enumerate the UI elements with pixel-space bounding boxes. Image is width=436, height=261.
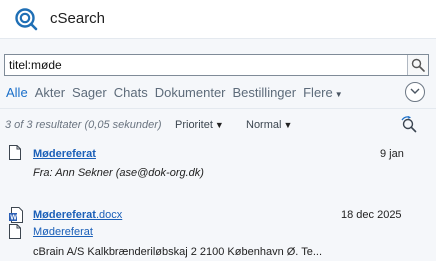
tab-sager[interactable]: Sager (72, 85, 107, 100)
search-icon (411, 58, 425, 72)
result-attachment-link[interactable]: Mødereferat (33, 226, 93, 238)
sort-field-dropdown[interactable]: Prioritet ▼ (175, 119, 224, 131)
result-date: 18 dec 2025 (341, 209, 402, 221)
result-title-link[interactable]: Mødereferat (33, 148, 96, 160)
sort-mode-label: Normal (246, 119, 282, 131)
result-title-link[interactable]: Mødereferat.docx (33, 209, 122, 221)
sort-field-label: Prioritet (175, 119, 213, 131)
tabs-divider (0, 108, 436, 109)
filter-tabs: Alle Akter Sager Chats Dokumenter Bestil… (6, 83, 350, 101)
app-title: cSearch (50, 10, 106, 27)
search-button[interactable] (407, 55, 428, 75)
result-title-text: Mødereferat (33, 209, 96, 221)
tab-dokumenter[interactable]: Dokumenter (155, 85, 226, 100)
chevron-down-icon (410, 88, 420, 94)
tab-flere-label: Flere (303, 84, 333, 100)
search-box (4, 54, 429, 76)
result-file-extension: .docx (95, 209, 123, 221)
search-input[interactable] (9, 57, 399, 73)
tab-chats[interactable]: Chats (114, 85, 148, 100)
result-date: 9 jan (380, 148, 404, 160)
svg-text:W: W (10, 215, 17, 222)
refresh-search-icon[interactable] (400, 116, 418, 134)
tab-akter[interactable]: Akter (35, 85, 65, 100)
expand-filters-button[interactable] (405, 82, 425, 102)
tab-alle[interactable]: Alle (6, 85, 28, 100)
result-snippet: cBrain A/S Kalkbrænderiløbskaj 2 2100 Kø… (33, 246, 323, 258)
app-header: cSearch (0, 0, 436, 38)
document-icon (9, 145, 21, 160)
dropdown-arrow-icon: ▼ (214, 120, 224, 130)
csearch-logo-icon (15, 8, 38, 31)
caret-down-icon: ▼ (334, 89, 343, 99)
dropdown-arrow-icon: ▼ (283, 120, 293, 130)
result-from: Fra: Ann Sekner (ase@dok-org.dk) (33, 167, 204, 179)
tab-bestillinger[interactable]: Bestillinger (233, 85, 297, 100)
sort-mode-dropdown[interactable]: Normal ▼ (246, 119, 292, 131)
result-count: 3 of 3 resultater (0,05 sekunder) (5, 119, 162, 131)
word-document-icon: W (9, 207, 23, 223)
tab-flere[interactable]: Flere ▼ (303, 85, 343, 100)
document-icon (9, 224, 21, 239)
